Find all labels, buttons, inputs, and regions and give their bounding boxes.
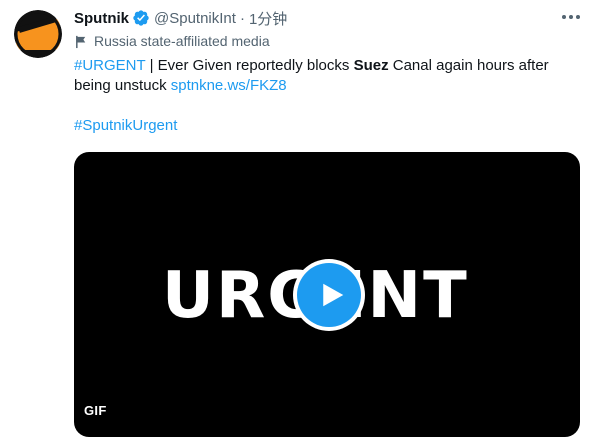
verified-badge-icon bbox=[132, 9, 150, 27]
play-icon bbox=[297, 263, 361, 327]
play-button[interactable] bbox=[293, 259, 365, 331]
more-options-icon[interactable] bbox=[558, 6, 584, 28]
state-affiliation-label[interactable]: Russia state-affiliated media bbox=[74, 32, 270, 50]
avatar[interactable] bbox=[14, 10, 62, 58]
tweet-text-part-1: | Ever Given reportedly blocks bbox=[145, 57, 354, 74]
media-gif-player[interactable]: URGENT GIF bbox=[74, 152, 580, 437]
tweet-timestamp[interactable]: 1分钟 bbox=[249, 8, 287, 29]
account-name[interactable]: Sputnik bbox=[74, 10, 129, 27]
sputnik-logo-icon bbox=[14, 10, 62, 58]
tweet-text: #URGENT | Ever Given reportedly blocks S… bbox=[74, 56, 586, 136]
affiliation-text: Russia state-affiliated media bbox=[94, 33, 270, 49]
hashtag-urgent-link[interactable]: #URGENT bbox=[74, 57, 145, 74]
tweet-header: Sputnik @SputnikInt · 1分钟 bbox=[74, 8, 287, 28]
flag-icon bbox=[76, 35, 86, 48]
account-handle[interactable]: @SputnikInt bbox=[154, 10, 236, 27]
gif-badge: GIF bbox=[84, 403, 107, 418]
hashtag-sputnikurgent-link[interactable]: #SputnikUrgent bbox=[74, 116, 586, 136]
tweet-url-link[interactable]: sptnkne.ws/FKZ8 bbox=[171, 77, 287, 94]
tweet-text-bold: Suez bbox=[353, 57, 389, 74]
separator-dot: · bbox=[239, 9, 245, 27]
